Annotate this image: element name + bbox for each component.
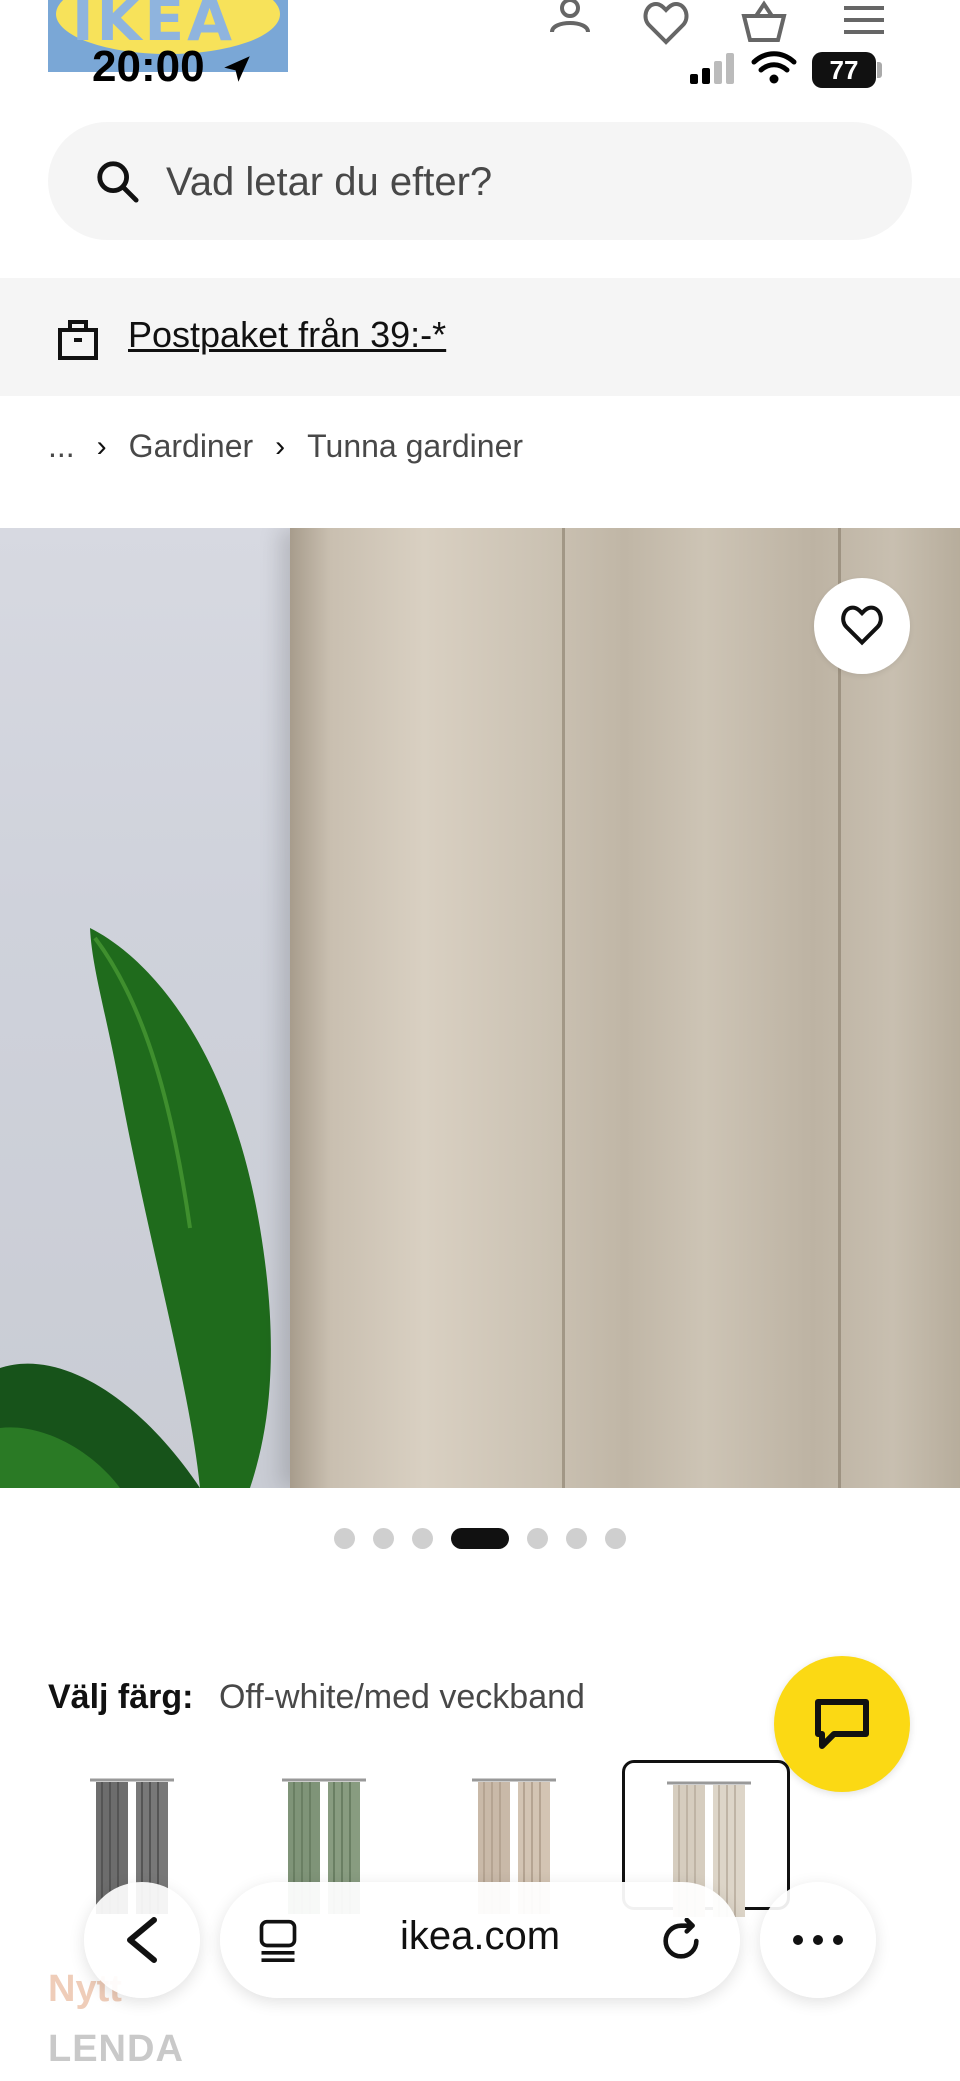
breadcrumb: ... › Gardiner › Tunna gardiner	[48, 428, 523, 465]
battery-tip	[877, 62, 882, 78]
search-bar[interactable]: Vad letar du efter?	[48, 122, 912, 240]
color-selector-value: Off-white/med veckband	[218, 1678, 585, 1716]
parcel-icon	[58, 320, 98, 360]
ellipsis-icon	[793, 1935, 843, 1945]
color-selector: Välj färg: Off-white/med veckband	[48, 1678, 585, 1717]
breadcrumb-ellipsis[interactable]: ...	[48, 428, 75, 465]
carousel-dot[interactable]	[527, 1527, 548, 1549]
color-selector-label: Välj färg:	[48, 1678, 194, 1716]
carousel-dot-active[interactable]	[451, 1527, 509, 1549]
curtain-seam	[562, 528, 565, 1488]
heart-icon	[841, 605, 883, 646]
carousel-dot[interactable]	[334, 1527, 355, 1549]
product-image[interactable]	[0, 528, 960, 1488]
shipping-promo-banner: Postpaket från 39:-*	[0, 278, 960, 396]
profile-icon[interactable]	[546, 0, 594, 48]
chevron-right-icon: ›	[96, 429, 107, 463]
browser-address-bar[interactable]: ikea.com	[220, 1882, 740, 1998]
menu-icon[interactable]	[840, 0, 888, 48]
basket-icon[interactable]	[740, 0, 788, 48]
chat-bubble-icon	[815, 1699, 869, 1749]
wifi-icon	[751, 51, 797, 84]
browser-more-button[interactable]	[760, 1882, 876, 1998]
location-arrow-icon	[224, 56, 250, 82]
product-name: LENDA	[48, 2028, 184, 2070]
status-time: 20:00	[92, 42, 205, 91]
reload-icon[interactable]	[658, 1918, 704, 1964]
browser-back-button[interactable]	[84, 1882, 200, 1998]
cellular-signal-icon	[690, 53, 734, 84]
chat-button[interactable]	[774, 1656, 910, 1792]
carousel-dot[interactable]	[566, 1527, 587, 1549]
chevron-left-icon	[127, 1917, 157, 1963]
search-icon	[97, 161, 139, 203]
search-input[interactable]: Vad letar du efter?	[166, 160, 492, 205]
curtain-seam	[838, 528, 841, 1488]
add-to-favorites-button[interactable]	[814, 578, 910, 674]
chevron-right-icon: ›	[275, 429, 286, 463]
carousel-dot[interactable]	[373, 1527, 394, 1549]
plant-leaves	[0, 928, 271, 1488]
battery-indicator: 77	[812, 52, 876, 88]
heart-icon[interactable]	[642, 0, 690, 48]
breadcrumb-item-tunna-gardiner[interactable]: Tunna gardiner	[307, 428, 523, 465]
carousel-dot[interactable]	[605, 1527, 626, 1549]
shipping-promo-link[interactable]: Postpaket från 39:-*	[128, 314, 446, 356]
carousel-dot[interactable]	[412, 1527, 433, 1549]
breadcrumb-item-gardiner[interactable]: Gardiner	[129, 428, 254, 465]
carousel-pagination	[0, 1526, 960, 1550]
